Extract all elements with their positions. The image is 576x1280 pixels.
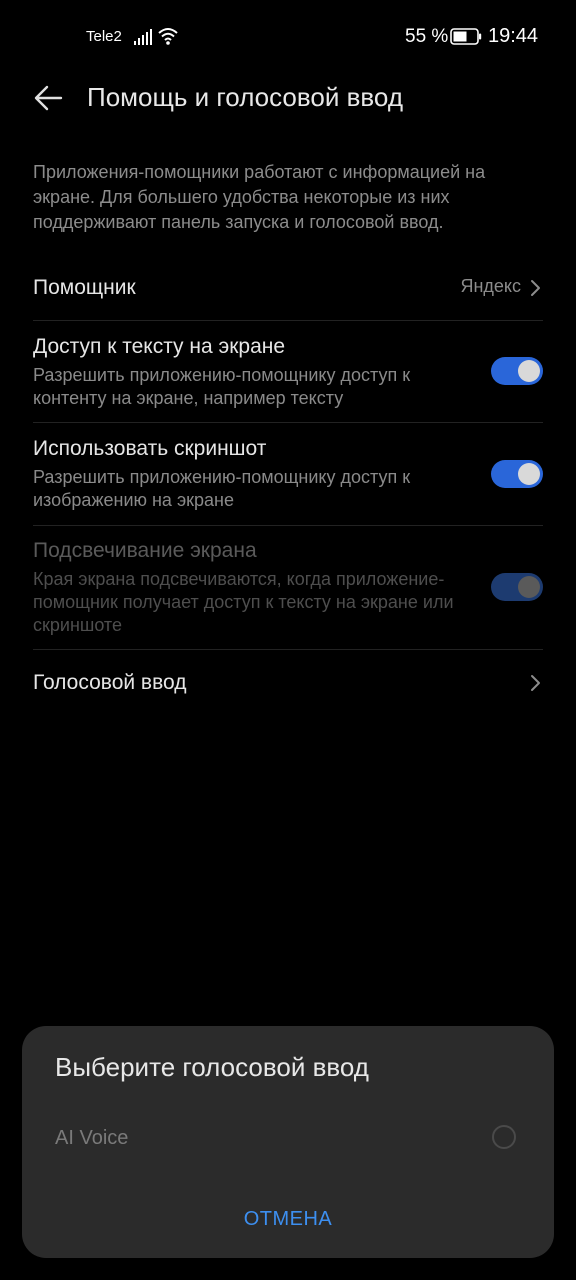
toggle-knob [518,360,540,382]
voice-input-title: Голосовой ввод [33,671,187,694]
toggle-knob [518,576,540,598]
status-clock: 19:44 [488,25,539,47]
dialog-title: Выберите голосовой ввод [55,1052,369,1082]
screen-text-access-setting[interactable]: Доступ к тексту на экране Разрешить прил… [33,333,543,413]
screen-text-access-toggle[interactable] [491,357,543,385]
assistant-value: Яндекс [460,276,521,296]
voice-input-dialog: Выберите голосовой ввод AI Voice ОТМЕНА [22,1026,554,1258]
flash-screen-title: Подсвечивание экрана [33,539,257,562]
cancel-button[interactable]: ОТМЕНА [22,1208,554,1231]
flash-screen-toggle [491,573,543,601]
back-arrow-icon[interactable] [30,80,66,116]
divider [33,422,543,423]
use-screenshot-subtitle: Разрешить приложению-помощнику доступ к … [33,467,411,510]
screen-text-access-title: Доступ к тексту на экране [33,335,286,358]
use-screenshot-title: Использовать скриншот [33,437,267,460]
battery-icon [450,28,482,45]
chevron-right-icon [531,280,540,296]
battery-percent: 55 % [405,26,449,47]
option-ai-voice-label[interactable]: AI Voice [55,1127,128,1150]
divider [33,649,543,650]
carrier-name: Tele2 [86,28,122,45]
status-bar: Tele2 55 % 19:44 [0,0,576,76]
flash-screen-subtitle: Края экрана подсвечиваются, когда прилож… [33,569,454,635]
divider [33,320,543,321]
assistant-setting[interactable]: Помощник Яндекс [33,274,543,304]
voice-input-setting[interactable]: Голосовой ввод [33,669,543,699]
chevron-right-icon [531,675,540,691]
flash-screen-setting: Подсвечивание экрана Края экрана подсвеч… [33,537,543,641]
screen-text-access-subtitle: Разрешить приложению-помощнику доступ к … [33,365,411,408]
wifi-icon [158,28,178,45]
page-title: Помощь и голосовой ввод [87,82,403,112]
use-screenshot-toggle[interactable] [491,460,543,488]
signal-icon [134,29,152,45]
page-description: Приложения-помощники работают с информац… [33,162,486,232]
divider [33,525,543,526]
toggle-knob [518,463,540,485]
option-ai-voice-radio[interactable] [492,1125,516,1149]
use-screenshot-setting[interactable]: Использовать скриншот Разрешить приложен… [33,435,543,515]
